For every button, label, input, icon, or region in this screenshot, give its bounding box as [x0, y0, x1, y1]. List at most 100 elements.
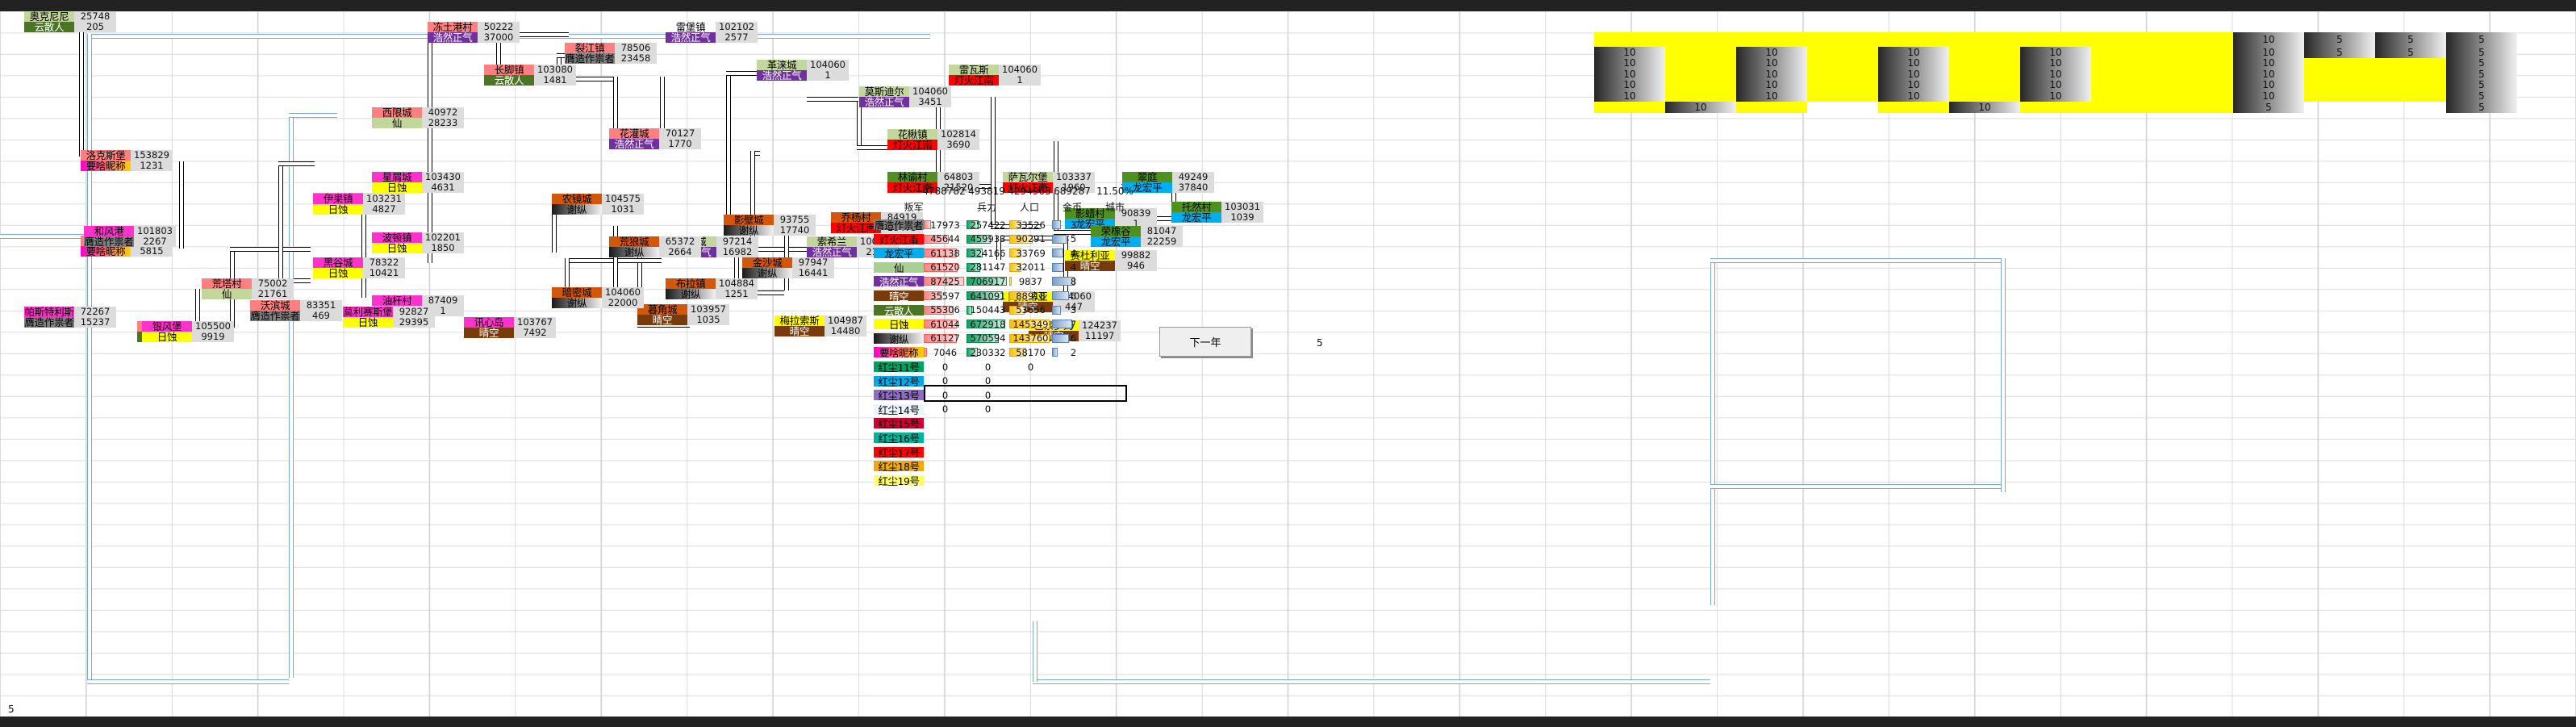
connector-v	[79, 11, 84, 157]
city-value-secondary: 946	[1127, 260, 1145, 271]
city-node[interactable]: 托然村 龙宏平 103031 1039	[1171, 202, 1263, 223]
gold-cell: 90291	[1009, 234, 1052, 244]
chart-block: 5	[2304, 32, 2375, 47]
city-node[interactable]: 梅拉索斯 晴空 104987 14480	[774, 315, 866, 336]
city-node[interactable]: 裂江镇 膺造作祟者 78506 23458	[565, 43, 657, 64]
city-value-secondary: 16441	[798, 267, 829, 278]
city-faction: 日蚀	[313, 268, 363, 278]
city-faction: 灯火江南	[887, 140, 937, 150]
stats-row[interactable]: 浩然正气 87425 706917 9837 8	[874, 276, 1095, 287]
chart-block-value: 10	[2020, 79, 2091, 90]
city-node[interactable]: 西限城仙 40972 28233	[372, 107, 464, 128]
city-node[interactable]: 沃滨城 膺造作祟者 83351 469	[250, 300, 342, 321]
city-node[interactable]: 长脚镇 云散人 103080 1481	[484, 65, 576, 86]
gold-cell: 0	[1027, 361, 1034, 373]
stats-row[interactable]: 灯火江南 45644 459933 90291 5	[874, 233, 1095, 244]
city-node[interactable]: 革涞城 浩然正气 104060 1	[757, 60, 849, 81]
city-node[interactable]: 荣橡谷 龙宏平 81047 22259	[1091, 226, 1183, 247]
stats-zero-row[interactable]: 红尘16号	[874, 432, 1052, 443]
city-name: 影壁城	[724, 215, 774, 225]
chart-block-value: 10	[1878, 79, 1949, 90]
stats-row[interactable]: 日蚀 61044 672918 145349 7	[874, 319, 1095, 330]
city-name: 冻土港村	[428, 22, 478, 32]
city-node[interactable]: 冻土港村 浩然正气 50222 37000	[428, 22, 520, 43]
chart-block-value: 10	[1736, 79, 1807, 90]
stats-row[interactable]: 云散人 55306 150443 53656 3	[874, 304, 1095, 315]
city-faction: 日蚀	[372, 243, 422, 253]
stats-col-header: 兵力	[976, 202, 996, 213]
zero-highlight-box	[924, 385, 1127, 402]
stats-zero-row[interactable]: 红尘11号 0 0 0	[874, 361, 1052, 373]
connector-h	[857, 145, 889, 150]
stats-row[interactable]: 要啥昵称 7046 230332 58170 2	[874, 347, 1095, 358]
city-node[interactable]: 星屑城 日蚀 103430 4631	[372, 172, 464, 193]
city-node[interactable]: 伊果镇 日蚀 103231 4827	[313, 194, 405, 215]
connector-h	[807, 97, 858, 102]
city-node[interactable]: 荒塔村仙 75002 21761	[202, 278, 294, 299]
city-name: 农镜城	[552, 194, 602, 204]
faction-chip: 云散人	[874, 304, 924, 315]
stats-col-header: 城市	[1104, 202, 1125, 213]
city-node[interactable]: 银风堡 日蚀 105500 9919	[142, 321, 234, 342]
city-faction: 要啥昵称	[81, 246, 131, 257]
city-name: 荒狼城	[609, 236, 659, 247]
stats-zero-row[interactable]: 红尘19号	[874, 474, 1052, 486]
troops-cell	[924, 447, 967, 458]
city-node[interactable]: 布拉镇 谢纵 104884 1251	[666, 278, 758, 299]
city-node[interactable]: 奥克尼尼 云散人 25748 205	[24, 11, 116, 32]
population-cell	[967, 461, 1009, 471]
stats-zero-row[interactable]: 红尘17号	[874, 446, 1052, 458]
chart-block-value: 10	[2233, 47, 2304, 58]
city-faction: 膺造作祟者	[24, 317, 74, 328]
city-value-secondary: 7492	[523, 327, 547, 338]
stats-row[interactable]: 龙宏平 61138 324166 33769 4	[874, 248, 1095, 259]
population-cell: 672918	[967, 319, 1009, 329]
stats-row[interactable]: 晴空 35597 641091 88918 6	[874, 290, 1095, 301]
stats-zero-row[interactable]: 红尘15号	[874, 418, 1052, 429]
city-node[interactable]: 讯心岛 晴空 103767 7492	[464, 317, 556, 338]
city-node[interactable]: 荒狼城 谢纵 65372 2664	[609, 236, 701, 257]
city-node[interactable]: 波顿镇 日蚀 102201 1850	[372, 232, 464, 253]
city-value-secondary: 29395	[399, 316, 429, 328]
city-node[interactable]: 农镜城 谢纵 104575 1031	[552, 194, 644, 215]
population-cell: 0	[984, 403, 992, 416]
city-node[interactable]: 影壁城 谢纵 93755 17740	[724, 215, 816, 236]
stats-zero-row[interactable]: 红尘14号 0 0	[874, 403, 1052, 416]
stats-row[interactable]: 谢纵 61127 570594 143760 6	[874, 332, 1095, 344]
chart-block-value: 5	[2375, 47, 2446, 58]
stats-zero-row[interactable]: 红尘18号	[874, 461, 1052, 472]
cities-cell: 4	[1052, 262, 1095, 273]
city-node[interactable]: 和风港 膺造作祟者 101803 2267	[84, 226, 176, 247]
next-year-button[interactable]: 下一年	[1159, 327, 1251, 357]
city-faction: 云散人	[24, 22, 74, 32]
city-name: 星屑城	[372, 172, 422, 182]
city-value-secondary: 4827	[372, 203, 396, 215]
city-node[interactable]: 帕斯特利斯 膺造作祟者 72267 15237	[24, 307, 116, 328]
city-node[interactable]: 黑谷城 日蚀 78322 10421	[313, 257, 405, 278]
city-node[interactable]: 雷堡镇 浩然正气 102102 2577	[666, 22, 758, 43]
city-node[interactable]: 花灌城 浩然正气 70127 1770	[609, 128, 701, 149]
chart-block-value: 10	[1665, 102, 1736, 113]
city-value-secondary: 469	[312, 310, 330, 321]
city-name: 讯心岛	[464, 317, 514, 328]
city-faction: 龙宏平	[1091, 236, 1141, 247]
connector-v	[278, 161, 283, 282]
city-node[interactable]: 雷瓦斯 灯火江南 104060 1	[949, 65, 1041, 86]
city-name: 花灌城	[609, 128, 659, 139]
faction-chip: 红尘18号	[874, 461, 924, 472]
stats-total-4: 11.50%	[1096, 186, 1134, 197]
city-value-secondary: 1850	[431, 242, 455, 253]
city-node[interactable]: 暗密城 谢纵 104060 22000	[552, 287, 644, 308]
city-value-secondary: 1251	[724, 288, 749, 299]
city-node[interactable]: 金沙城 谢纵 97947 16441	[742, 257, 834, 278]
connector-v	[613, 226, 618, 290]
stats-row[interactable]: 仙 61520 281147 32011 4	[874, 261, 1095, 273]
city-faction: 灯火江南	[949, 75, 999, 86]
city-node[interactable]: 暮角城 晴空 103957 1035	[637, 304, 729, 325]
city-node[interactable]: 莫利赛斯堡 日蚀 92827 29395	[343, 307, 435, 328]
city-node[interactable]: 洛克斯堡 要啥昵称 153829 1231	[81, 150, 173, 171]
city-node[interactable]: 莫斯迪尔 浩然正气 104060 3451	[859, 86, 951, 107]
city-node[interactable]: 花楸镇 灯火江南 102814 3690	[887, 129, 979, 150]
city-faction: 日蚀	[142, 332, 192, 342]
stats-row[interactable]: 膺造作祟者 17973 257422 33526 3	[874, 219, 1095, 230]
